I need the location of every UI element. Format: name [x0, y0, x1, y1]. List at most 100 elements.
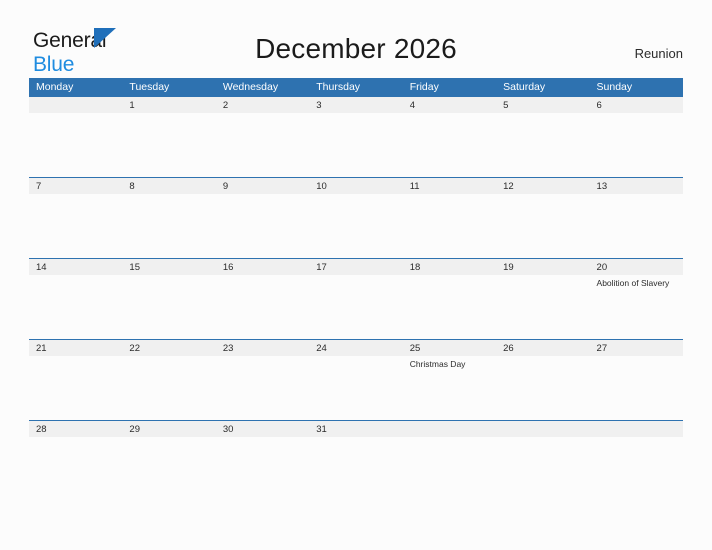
day-cell[interactable]	[122, 275, 215, 339]
weekday-header-tuesday: Tuesday	[129, 81, 170, 93]
calendar-page: General Blue December 2026 Reunion Monda…	[0, 0, 712, 550]
day-number[interactable]: 20	[590, 259, 683, 275]
day-number[interactable]: 12	[496, 178, 589, 194]
day-number[interactable]: 29	[122, 421, 215, 437]
day-number[interactable]: 10	[309, 178, 402, 194]
day-number[interactable]: 27	[590, 340, 683, 356]
day-cell[interactable]	[590, 194, 683, 258]
region-label: Reunion	[634, 46, 683, 61]
day-number[interactable]	[590, 421, 683, 437]
day-number[interactable]: 23	[216, 340, 309, 356]
day-number[interactable]: 18	[403, 259, 496, 275]
day-number[interactable]: 1	[122, 97, 215, 113]
day-cell[interactable]	[496, 356, 589, 420]
weekday-header-friday: Friday	[409, 81, 439, 93]
day-cell[interactable]	[29, 113, 122, 177]
day-number[interactable]	[29, 97, 122, 113]
weekday-header-sunday: Sunday	[596, 81, 633, 93]
week-date-numbers: 14 15 16 17 18 19 20	[29, 258, 683, 275]
day-cell[interactable]	[216, 437, 309, 501]
day-cell[interactable]	[590, 437, 683, 501]
week-date-numbers: 21 22 23 24 25 26 27	[29, 339, 683, 356]
day-number[interactable]	[496, 421, 589, 437]
day-number[interactable]: 15	[122, 259, 215, 275]
page-header: General Blue December 2026 Reunion	[0, 0, 712, 75]
week-date-numbers: 1 2 3 4 5 6	[29, 96, 683, 113]
week-event-area	[29, 437, 683, 501]
week-date-numbers: 28 29 30 31	[29, 420, 683, 437]
day-cell[interactable]: Abolition of Slavery	[590, 275, 683, 339]
day-number[interactable]: 30	[216, 421, 309, 437]
day-number[interactable]: 14	[29, 259, 122, 275]
day-cell[interactable]	[309, 275, 402, 339]
week-date-numbers: 7 8 9 10 11 12 13	[29, 177, 683, 194]
day-cell[interactable]	[122, 356, 215, 420]
day-cell[interactable]	[309, 437, 402, 501]
day-cell[interactable]	[29, 437, 122, 501]
day-cell[interactable]	[216, 356, 309, 420]
day-cell[interactable]	[590, 356, 683, 420]
day-number[interactable]: 31	[309, 421, 402, 437]
day-cell[interactable]	[309, 356, 402, 420]
day-number[interactable]: 4	[403, 97, 496, 113]
day-number[interactable]: 8	[122, 178, 215, 194]
day-cell[interactable]	[309, 194, 402, 258]
day-cell[interactable]	[29, 194, 122, 258]
day-number[interactable]: 25	[403, 340, 496, 356]
day-cell[interactable]	[216, 194, 309, 258]
day-cell[interactable]	[122, 437, 215, 501]
calendar-week-row: 1 2 3 4 5 6	[29, 96, 683, 177]
day-number[interactable]: 16	[216, 259, 309, 275]
day-cell[interactable]	[309, 113, 402, 177]
day-number[interactable]: 26	[496, 340, 589, 356]
week-event-area	[29, 194, 683, 258]
calendar-week-row: 21 22 23 24 25 26 27 Christmas Day	[29, 339, 683, 420]
day-cell[interactable]: Christmas Day	[403, 356, 496, 420]
page-title: December 2026	[255, 33, 457, 64]
day-cell[interactable]	[496, 275, 589, 339]
day-cell[interactable]	[29, 356, 122, 420]
day-number[interactable]: 7	[29, 178, 122, 194]
day-cell[interactable]	[216, 113, 309, 177]
week-event-area: Christmas Day	[29, 356, 683, 420]
day-cell[interactable]	[403, 275, 496, 339]
day-number[interactable]: 5	[496, 97, 589, 113]
weekday-header-wednesday: Wednesday	[222, 81, 279, 93]
day-cell[interactable]	[496, 194, 589, 258]
day-cell[interactable]	[403, 113, 496, 177]
week-event-area	[29, 113, 683, 177]
day-cell[interactable]	[29, 275, 122, 339]
day-number[interactable]: 28	[29, 421, 122, 437]
day-cell[interactable]	[496, 437, 589, 501]
day-cell[interactable]	[216, 275, 309, 339]
week-event-area: Abolition of Slavery	[29, 275, 683, 339]
day-number[interactable]: 21	[29, 340, 122, 356]
event-label: Christmas Day	[409, 359, 466, 369]
day-number[interactable]: 17	[309, 259, 402, 275]
day-cell[interactable]	[403, 194, 496, 258]
day-number[interactable]	[403, 421, 496, 437]
weekday-header-row: Monday Tuesday Wednesday Thursday Friday…	[29, 78, 683, 96]
day-number[interactable]: 2	[216, 97, 309, 113]
day-number[interactable]: 3	[309, 97, 402, 113]
day-number[interactable]: 11	[403, 178, 496, 194]
calendar-table: Monday Tuesday Wednesday Thursday Friday…	[29, 78, 683, 501]
calendar-week-row: 28 29 30 31	[29, 420, 683, 501]
day-number[interactable]: 6	[590, 97, 683, 113]
day-cell[interactable]	[122, 194, 215, 258]
day-cell[interactable]	[496, 113, 589, 177]
calendar-week-row: 7 8 9 10 11 12 13	[29, 177, 683, 258]
day-number[interactable]: 24	[309, 340, 402, 356]
event-label: Abolition of Slavery	[596, 278, 670, 288]
day-cell[interactable]	[403, 437, 496, 501]
day-number[interactable]: 22	[122, 340, 215, 356]
weekday-header-thursday: Thursday	[316, 81, 361, 93]
day-cell[interactable]	[122, 113, 215, 177]
day-number[interactable]: 13	[590, 178, 683, 194]
day-number[interactable]: 19	[496, 259, 589, 275]
weekday-header-monday: Monday	[36, 81, 74, 93]
calendar-week-row: 14 15 16 17 18 19 20 Abolition of Slaver…	[29, 258, 683, 339]
day-cell[interactable]	[590, 113, 683, 177]
day-number[interactable]: 9	[216, 178, 309, 194]
weekday-header-saturday: Saturday	[503, 81, 546, 93]
